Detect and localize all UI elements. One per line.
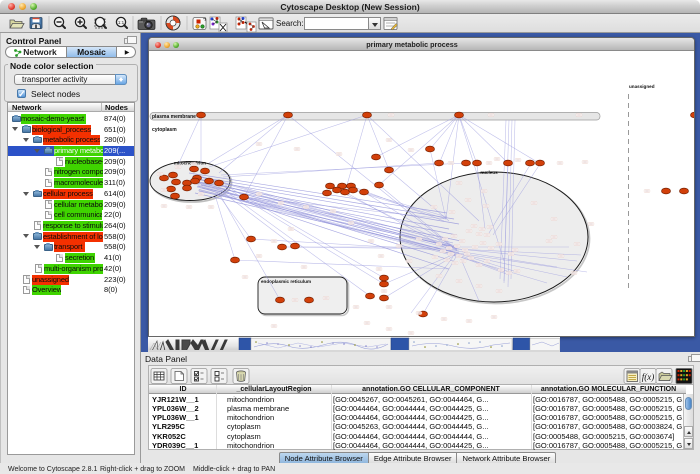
svg-text:f(x): f(x)	[642, 372, 655, 382]
svg-text:1:1: 1:1	[118, 20, 125, 25]
svg-text:plasma membrane: plasma membrane	[152, 114, 196, 120]
svg-text:unassigned: unassigned	[629, 84, 655, 89]
svg-text:cytoplasm: cytoplasm	[152, 127, 177, 133]
svg-text:mitochondrion: mitochondrion	[174, 161, 206, 166]
svg-text:nucleus: nucleus	[480, 170, 498, 175]
